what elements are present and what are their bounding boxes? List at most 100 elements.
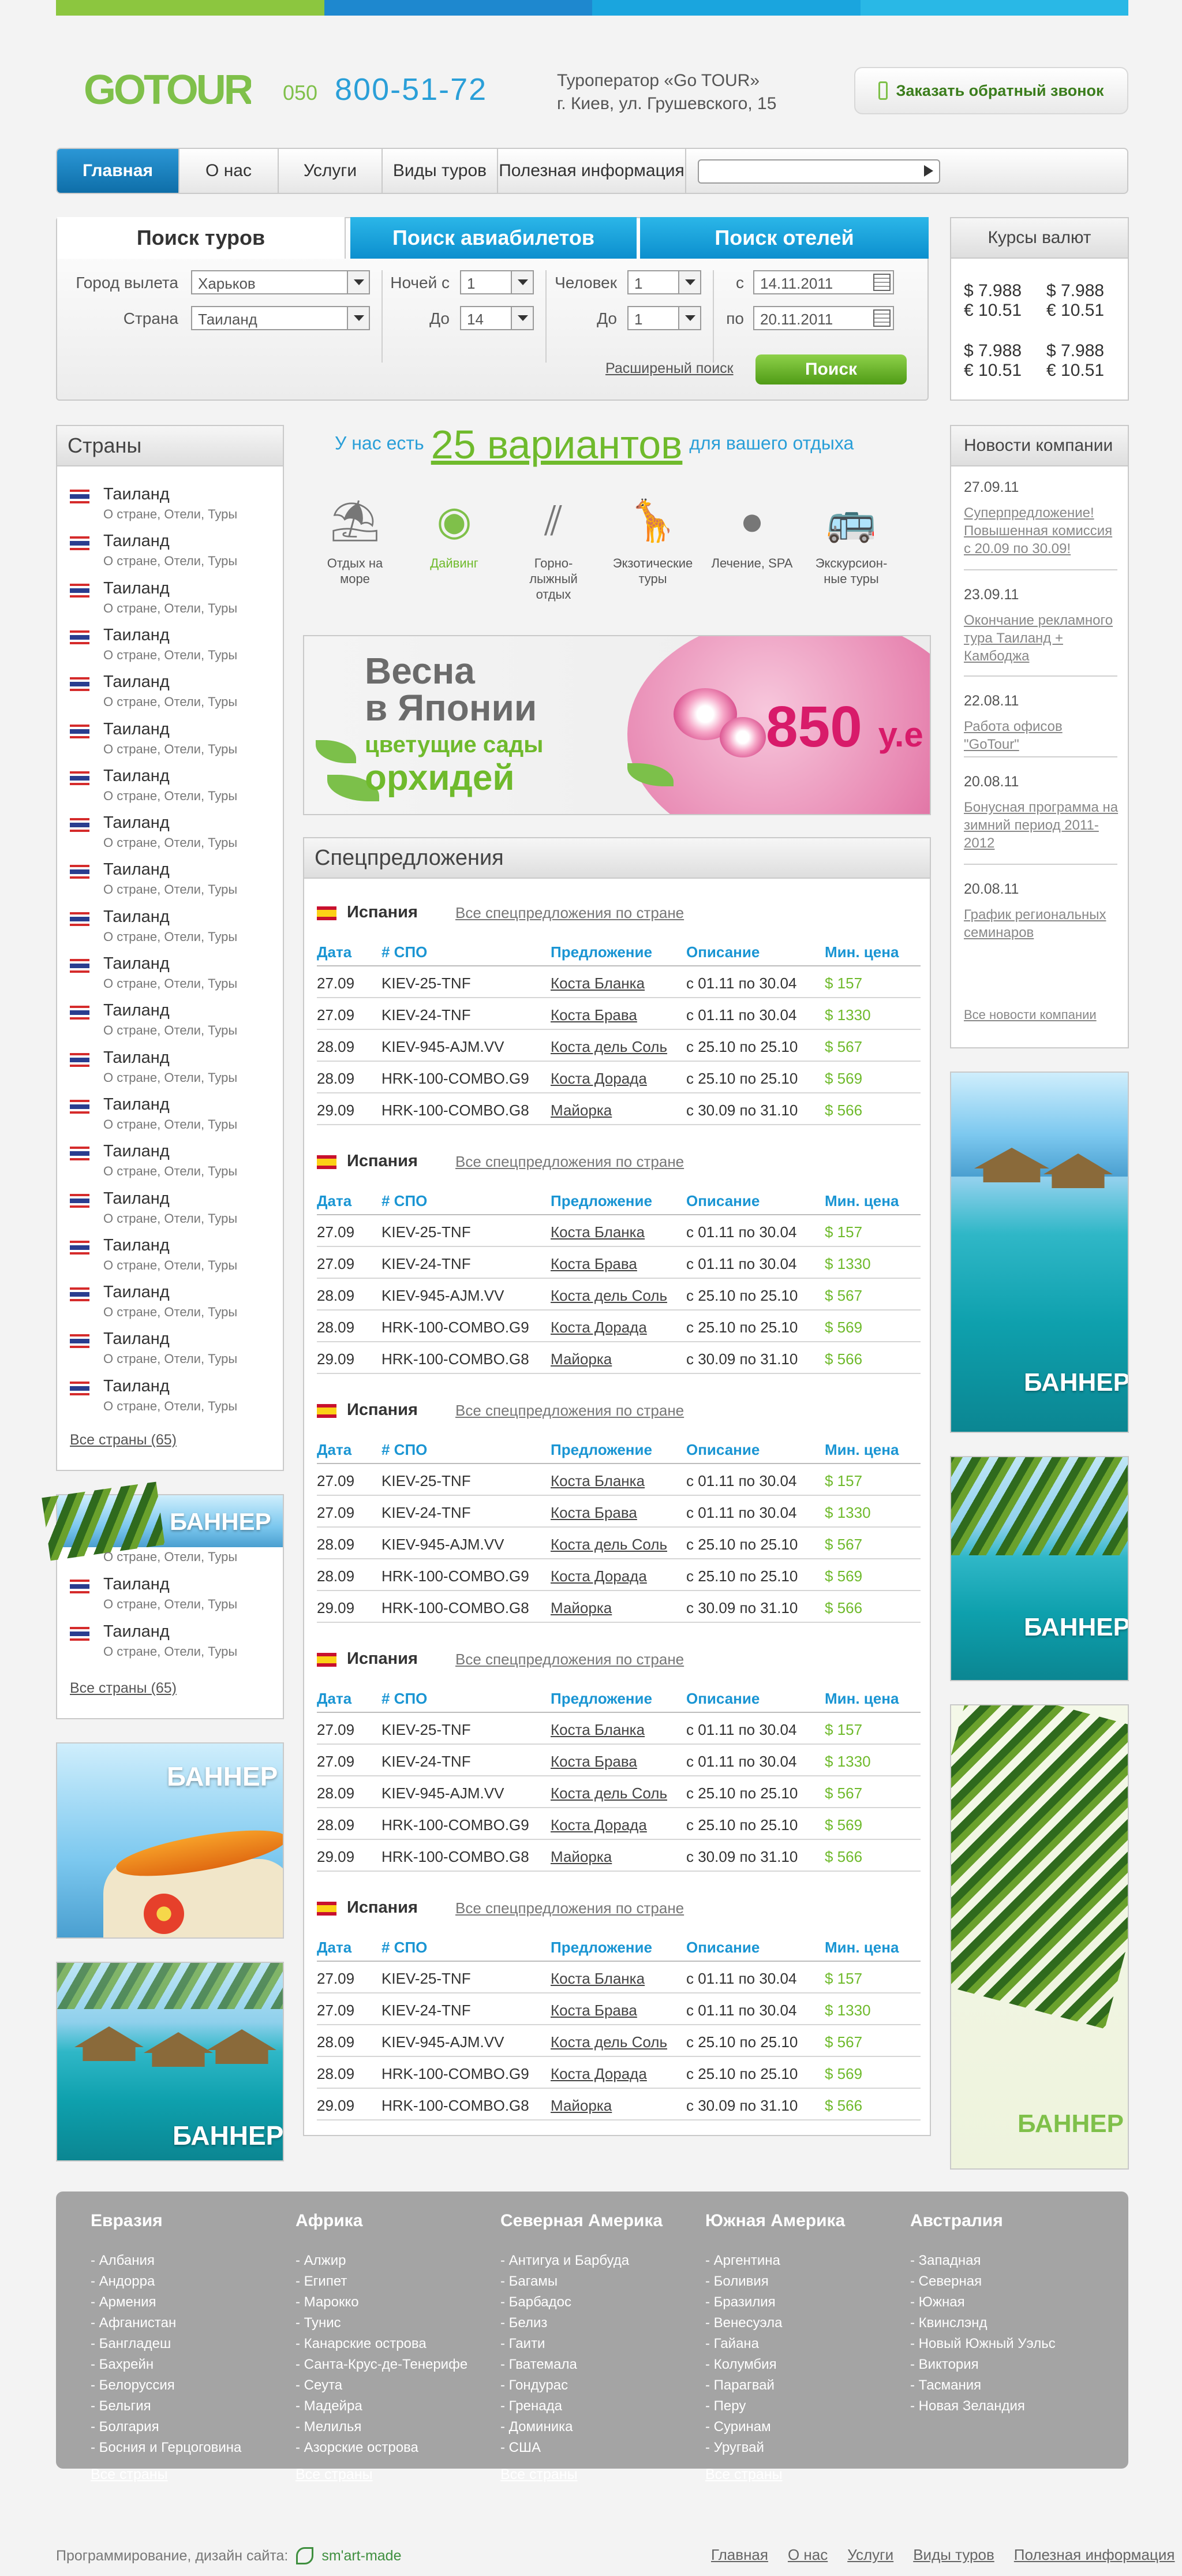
offer-link[interactable]: Коста Бланка: [551, 1223, 645, 1241]
logo[interactable]: GOTOUR: [84, 64, 256, 115]
footer-country-link[interactable]: - Тасмания: [910, 2375, 1056, 2396]
country-name[interactable]: Таиланд: [103, 579, 170, 598]
country-links[interactable]: О стране, Отели, Туры: [103, 648, 237, 663]
offer-link[interactable]: Коста Дорада: [551, 1070, 647, 1088]
nights-to-select[interactable]: 14: [460, 306, 534, 330]
all-offers-link[interactable]: Все спецпредложения по стране: [455, 1651, 684, 1668]
news-link[interactable]: Суперпредложение! Повышенная комиссия с …: [964, 504, 1119, 558]
nav-tour-types[interactable]: Виды туров: [383, 149, 498, 193]
footer-country-link[interactable]: - Алжир: [296, 2250, 467, 2271]
country-links[interactable]: О стране, Отели, Туры: [103, 1352, 237, 1367]
offer-link[interactable]: Майорка: [551, 1848, 612, 1866]
footer-country-link[interactable]: - Уругвай: [705, 2437, 845, 2458]
footer-all-countries-link[interactable]: Все страны: [500, 2466, 578, 2483]
news-link[interactable]: График региональных семинаров: [964, 906, 1119, 942]
offer-link[interactable]: Коста Бланка: [551, 1970, 645, 1988]
footer-region-title[interactable]: Северная Америка: [500, 2211, 663, 2231]
country-name[interactable]: Таиланд: [103, 1622, 170, 1641]
search-arrow-icon[interactable]: [924, 165, 933, 177]
footer-country-link[interactable]: - Албания: [91, 2250, 241, 2271]
footer-country-link[interactable]: - Парагвай: [705, 2375, 845, 2396]
offer-link[interactable]: Коста дель Соль: [551, 1784, 667, 1802]
all-offers-link[interactable]: Все спецпредложения по стране: [455, 1402, 684, 1420]
footer-region-title[interactable]: Евразия: [91, 2211, 241, 2231]
footer-country-link[interactable]: - Канарские острова: [296, 2334, 467, 2354]
news-link[interactable]: Работа офисов "GoTour": [964, 718, 1119, 753]
nav-home[interactable]: Главная: [57, 149, 179, 193]
offer-link[interactable]: Коста Брава: [551, 1006, 637, 1024]
footer-country-link[interactable]: - Белоруссия: [91, 2375, 241, 2396]
city-select[interactable]: Харьков: [191, 270, 370, 294]
footer-country-link[interactable]: - Мадейра: [296, 2396, 467, 2417]
news-link[interactable]: Окончание рекламного тура Таиланд + Камб…: [964, 611, 1119, 665]
footer-country-link[interactable]: - Белиз: [500, 2313, 663, 2334]
footer-country-link[interactable]: - Виктория: [910, 2354, 1056, 2375]
country-name[interactable]: Таиланд: [103, 1236, 170, 1255]
country-links[interactable]: О стране, Отели, Туры: [103, 882, 237, 897]
news-link[interactable]: Бонусная программа на зимний период 2011…: [964, 798, 1119, 852]
country-name[interactable]: Таиланд: [103, 673, 170, 692]
country-name[interactable]: Таиланд: [103, 908, 170, 927]
footer-country-link[interactable]: - Гондурас: [500, 2375, 663, 2396]
country-links[interactable]: О стране, Отели, Туры: [103, 601, 237, 616]
country-name[interactable]: Таиланд: [103, 1189, 170, 1208]
footer-country-link[interactable]: - Аргентина: [705, 2250, 845, 2271]
country-links[interactable]: О стране, Отели, Туры: [103, 507, 237, 522]
offer-link[interactable]: Коста Дорада: [551, 2065, 647, 2083]
resort-banner[interactable]: БАННЕР: [56, 1962, 284, 2161]
tour-type-2[interactable]: ⫽ Горно-лыжный отдых: [510, 493, 597, 602]
footer-country-link[interactable]: - Гватемала: [500, 2354, 663, 2375]
offer-link[interactable]: Коста Бланка: [551, 1721, 645, 1739]
country-name[interactable]: Таиланд: [103, 1377, 170, 1396]
country-select[interactable]: Таиланд: [191, 306, 370, 330]
country-links[interactable]: О стране, Отели, Туры: [103, 1305, 237, 1320]
bottom-nav-tour-types[interactable]: Виды туров: [913, 2546, 994, 2564]
palm-banner[interactable]: БАННЕР: [950, 1704, 1129, 2170]
offer-link[interactable]: Коста Брава: [551, 1753, 637, 1771]
all-offers-link[interactable]: Все спецпредложения по стране: [455, 1153, 684, 1171]
country-name[interactable]: Таиланд: [103, 860, 170, 879]
offer-link[interactable]: Коста Брава: [551, 1504, 637, 1522]
footer-region-title[interactable]: Австралия: [910, 2211, 1056, 2231]
footer-country-link[interactable]: - Квинслэнд: [910, 2313, 1056, 2334]
banner-image[interactable]: БАННЕР: [42, 1481, 283, 1561]
footer-country-link[interactable]: - Новый Южный Уэльс: [910, 2334, 1056, 2354]
footer-country-link[interactable]: - Гренада: [500, 2396, 663, 2417]
footer-country-link[interactable]: - Доминика: [500, 2417, 663, 2437]
footer-country-link[interactable]: - Афганистан: [91, 2313, 241, 2334]
tour-type-1[interactable]: ◉ Дайвинг: [411, 493, 498, 571]
offer-link[interactable]: Коста Дорада: [551, 1816, 647, 1834]
country-name[interactable]: Таиланд: [103, 813, 170, 832]
people-to-select[interactable]: 1: [627, 306, 701, 330]
offer-link[interactable]: Коста дель Соль: [551, 1536, 667, 1554]
country-name[interactable]: Таиланд: [103, 767, 170, 786]
offer-link[interactable]: Майорка: [551, 1102, 612, 1119]
footer-all-countries-link[interactable]: Все страны: [296, 2466, 373, 2483]
footer-country-link[interactable]: - Южная: [910, 2292, 1056, 2313]
offer-link[interactable]: Коста Дорада: [551, 1319, 647, 1336]
footer-country-link[interactable]: - Западная: [910, 2250, 1056, 2271]
footer-country-link[interactable]: - Мелилья: [296, 2417, 467, 2437]
country-name[interactable]: Таиланд: [103, 720, 170, 739]
country-links[interactable]: О стране, Отели, Туры: [103, 789, 237, 804]
country-links[interactable]: О стране, Отели, Туры: [103, 1070, 237, 1085]
tour-type-4[interactable]: ● Лечение, SPA: [709, 493, 795, 571]
country-links[interactable]: О стране, Отели, Туры: [103, 1597, 237, 1612]
all-offers-link[interactable]: Все спецпредложения по стране: [455, 1899, 684, 1917]
smartmade-logo-icon[interactable]: [296, 2547, 314, 2564]
offer-link[interactable]: Коста дель Соль: [551, 2033, 667, 2051]
offer-link[interactable]: Майорка: [551, 2097, 612, 2115]
country-name[interactable]: Таиланд: [103, 1142, 170, 1161]
footer-country-link[interactable]: - Венесуэла: [705, 2313, 845, 2334]
footer-country-link[interactable]: - Бахрейн: [91, 2354, 241, 2375]
date-to-input[interactable]: 20.11.2011: [753, 306, 894, 330]
footer-country-link[interactable]: - Египет: [296, 2271, 467, 2292]
footer-country-link[interactable]: - Бельгия: [91, 2396, 241, 2417]
people-select[interactable]: 1: [627, 270, 701, 294]
tab-flight-search[interactable]: Поиск авиабилетов: [350, 217, 637, 259]
country-links[interactable]: О стране, Отели, Туры: [103, 1644, 237, 1659]
footer-country-link[interactable]: - Бразилия: [705, 2292, 845, 2313]
surf-banner[interactable]: БАННЕР: [56, 1742, 284, 1939]
country-name[interactable]: Таиланд: [103, 1575, 170, 1594]
footer-country-link[interactable]: - Азорские острова: [296, 2437, 467, 2458]
